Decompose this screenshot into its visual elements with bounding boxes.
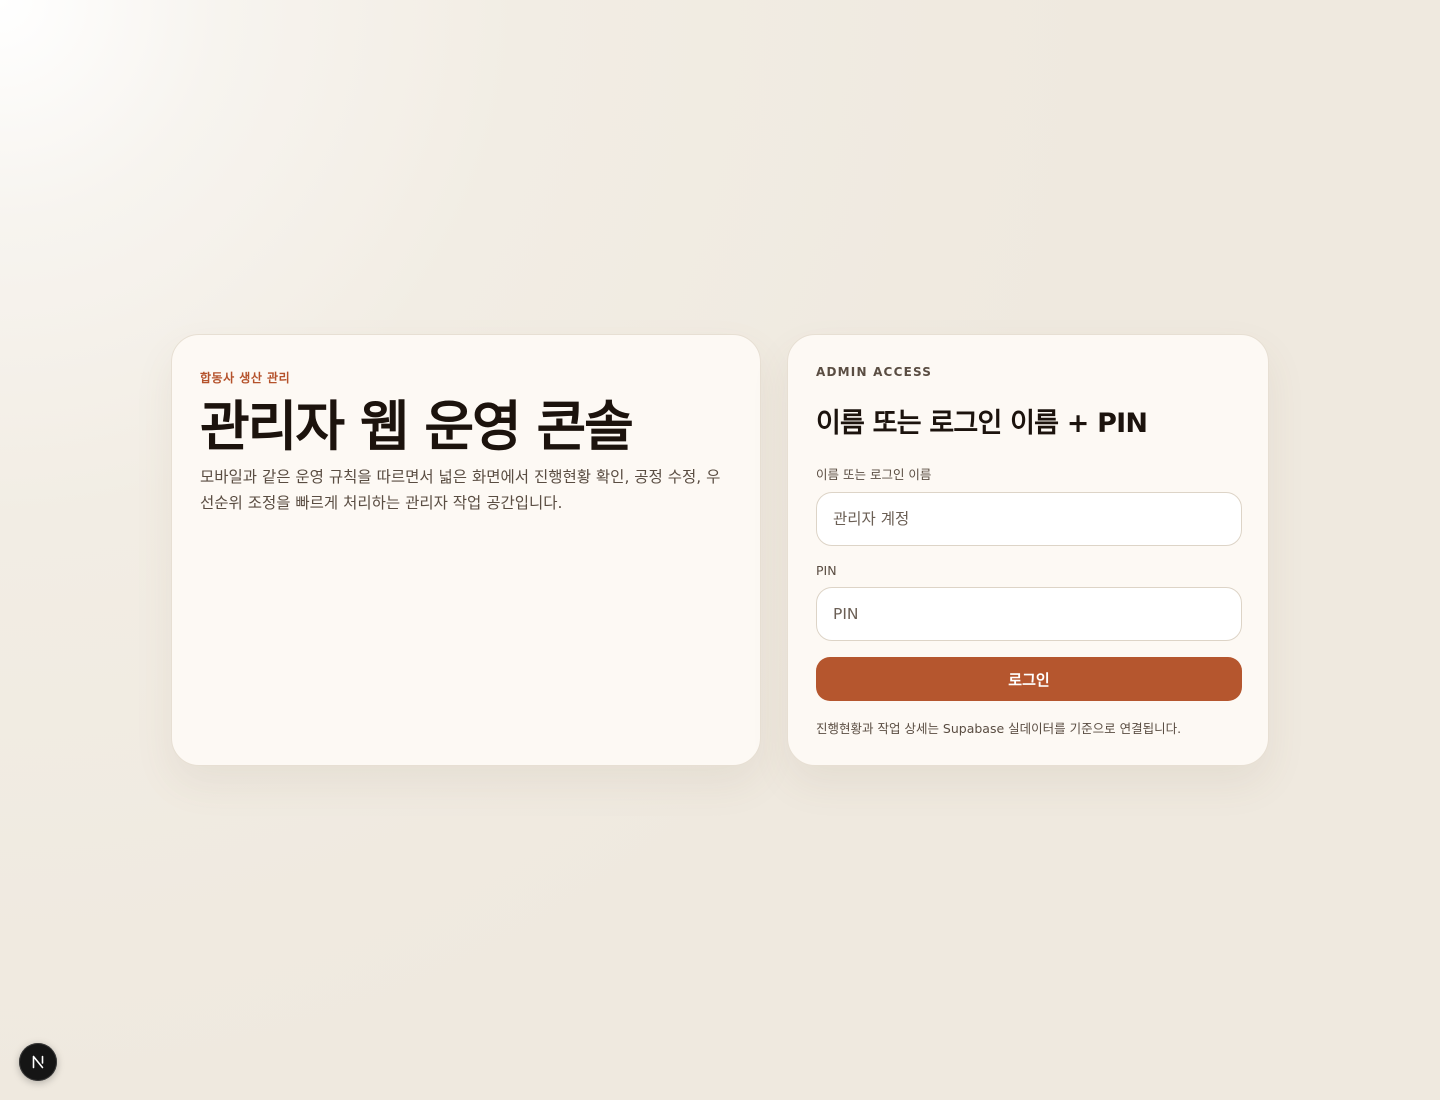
nextjs-dev-indicator-button[interactable]: [19, 1043, 57, 1081]
pin-field-group: PIN: [816, 563, 1242, 641]
intro-description: 모바일과 같은 운영 규칙을 따르면서 넓은 화면에서 진행현황 확인, 공정 …: [200, 468, 721, 512]
username-input[interactable]: [816, 492, 1242, 546]
data-source-note: 진행현황과 작업 상세는 Supabase 실데이터를 기준으로 연결됩니다.: [816, 721, 1182, 736]
login-eyebrow: ADMIN ACCESS: [816, 365, 933, 379]
login-button[interactable]: 로그인: [816, 657, 1242, 701]
login-card: ADMIN ACCESS 이름 또는 로그인 이름 + PIN 이름 또는 로그…: [787, 334, 1269, 766]
pin-label: PIN: [816, 563, 837, 578]
pin-input[interactable]: [816, 587, 1242, 641]
username-label: 이름 또는 로그인 이름: [816, 467, 932, 482]
intro-eyebrow: 합동사 생산 관리: [200, 371, 291, 385]
intro-card: 합동사 생산 관리 관리자 웹 운영 콘솔 모바일과 같은 운영 규칙을 따르면…: [171, 334, 761, 766]
login-title: 이름 또는 로그인 이름 + PIN: [816, 408, 1148, 439]
page-title: 관리자 웹 운영 콘솔: [200, 395, 634, 458]
nextjs-logo-icon: [32, 1055, 44, 1069]
username-field-group: 이름 또는 로그인 이름: [816, 464, 1242, 546]
